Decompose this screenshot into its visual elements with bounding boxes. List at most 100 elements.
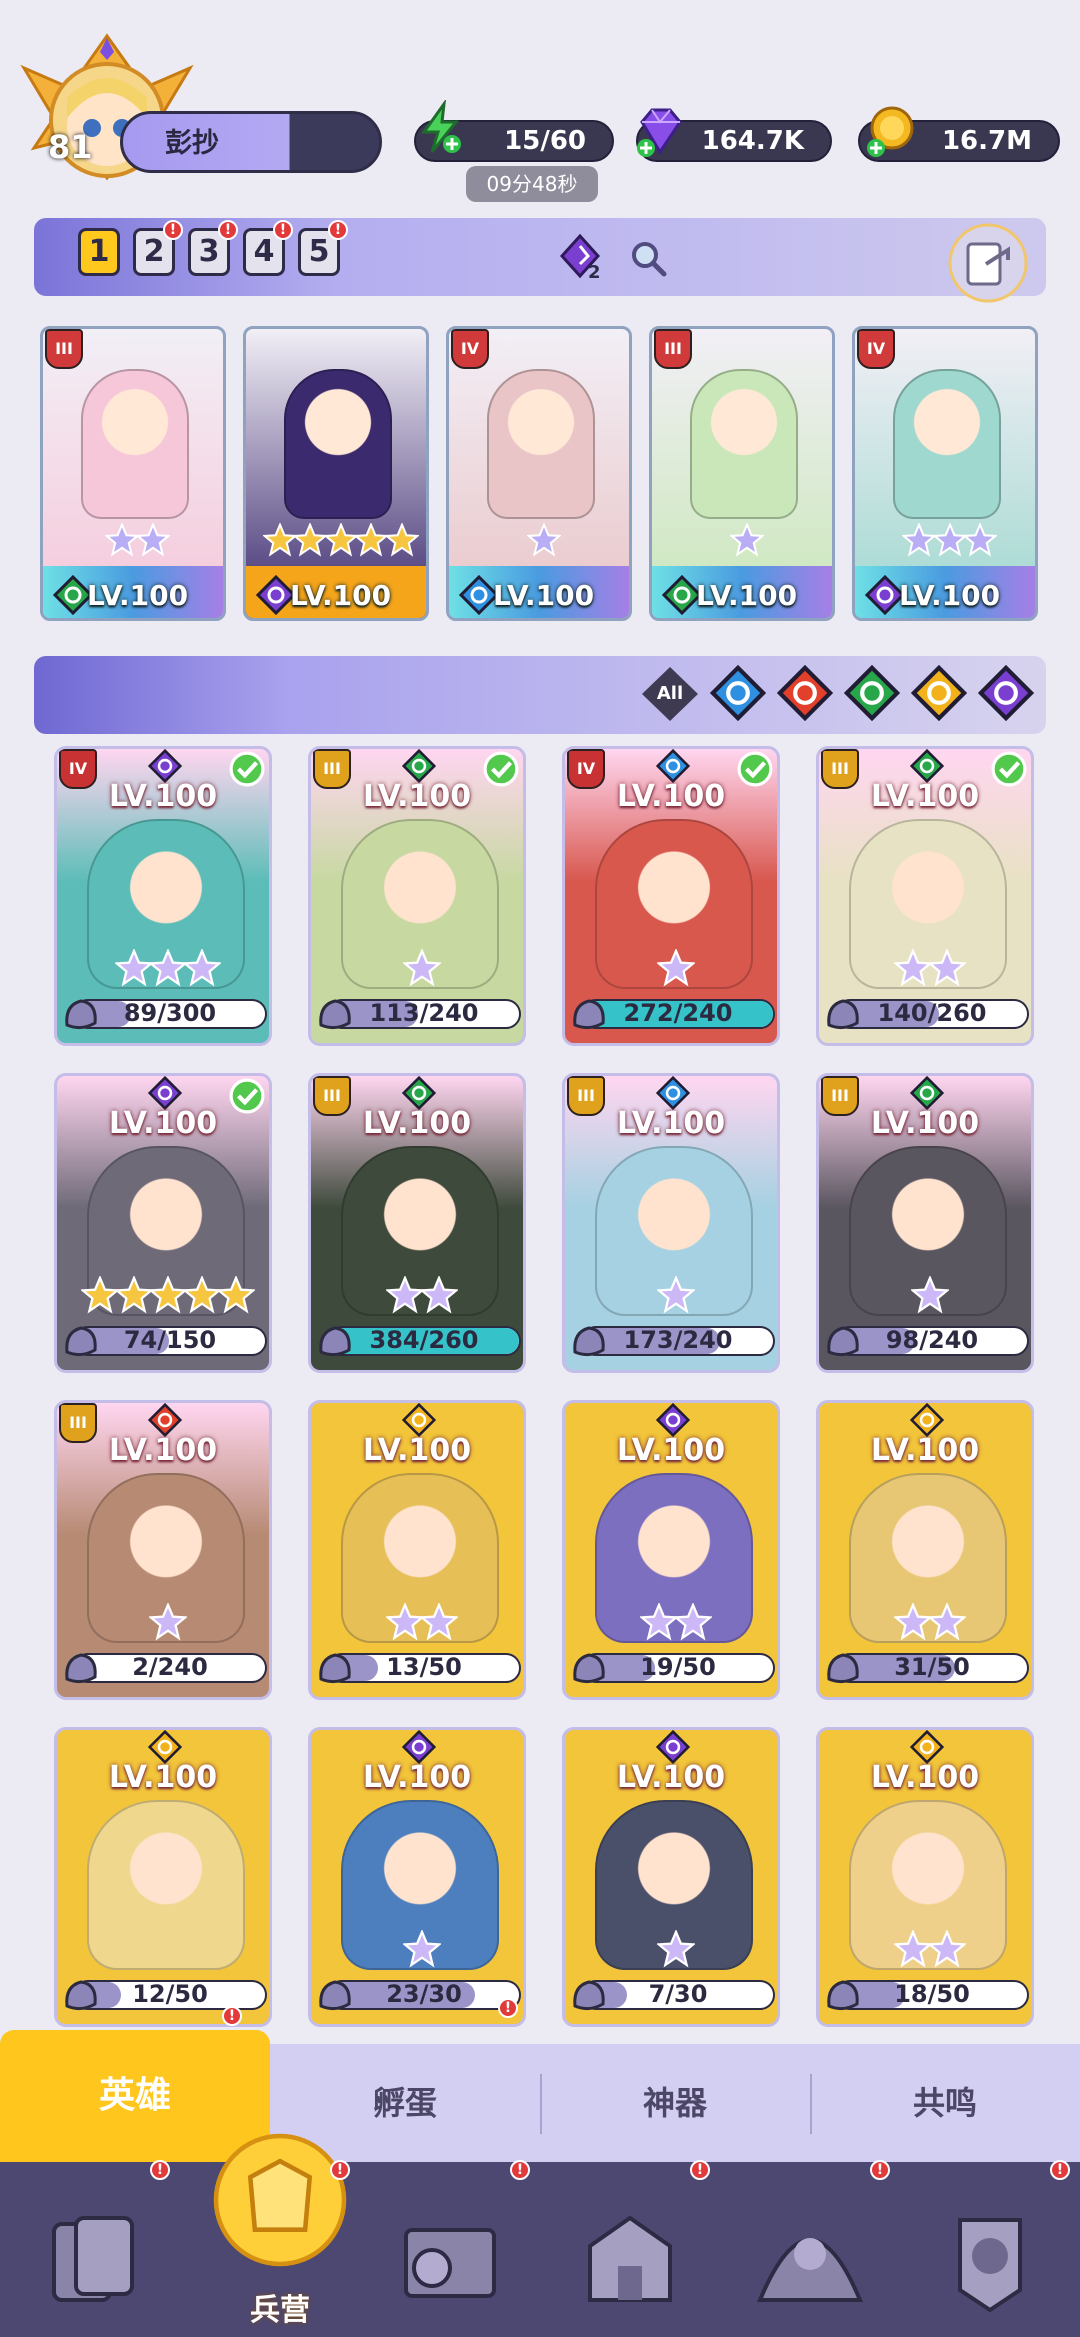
team-gem-count: 2	[588, 262, 601, 283]
hero-card[interactable]: LV.100 III 2/240	[54, 1400, 272, 1700]
cards-icon[interactable]	[20, 2190, 160, 2330]
hero-portrait	[690, 369, 798, 519]
dark-element-icon	[402, 1730, 436, 1764]
nav-barracks-label: 兵营	[250, 2293, 310, 2328]
alert-badge: !	[510, 2160, 530, 2180]
hero-card[interactable]: LV.100 7/30	[562, 1727, 780, 2027]
castle-icon[interactable]	[560, 2190, 700, 2330]
player-name: 彭抄	[165, 128, 219, 159]
team-member-card[interactable]: LV.100	[243, 326, 429, 621]
tab-divider	[540, 2074, 542, 2134]
hero-card[interactable]: LV.100 19/50	[562, 1400, 780, 1700]
dark-element-icon	[656, 1403, 690, 1437]
star-icon	[148, 1603, 187, 1641]
summon-icon[interactable]	[740, 2190, 880, 2330]
star-icon	[902, 523, 937, 557]
player-name-bar[interactable]	[120, 111, 382, 173]
team-member-level: LV.100	[87, 579, 189, 612]
hero-card[interactable]: LV.100 23/30	[308, 1727, 526, 2027]
team-member-card[interactable]: LV.100 III	[649, 326, 835, 621]
filter-fire-button[interactable]	[777, 665, 833, 721]
star-icon	[183, 949, 222, 987]
team-selector-bar	[34, 218, 1046, 296]
light-element-icon	[910, 1730, 944, 1764]
star-icon	[148, 1276, 187, 1314]
hero-level: LV.100	[870, 1433, 980, 1468]
hero-progress-text: 89/300	[123, 999, 217, 1027]
team-member-level: LV.100	[696, 579, 798, 612]
star-icon	[262, 523, 297, 557]
check-icon	[737, 751, 773, 787]
star-icon	[893, 1930, 932, 1968]
team-member-card[interactable]: LV.100 III	[40, 326, 226, 621]
rank-badge: III	[313, 749, 351, 789]
star-icon	[293, 523, 328, 557]
hero-shard-icon	[319, 1653, 351, 1684]
alert-badge: !	[1050, 2160, 1070, 2180]
tab-resonance[interactable]: 共鸣	[810, 2044, 1080, 2162]
star-icon	[639, 1603, 678, 1641]
alert-badge: !	[273, 220, 293, 240]
tab-artifacts[interactable]: 神器	[540, 2044, 810, 2162]
team-member-card[interactable]: LV.100 IV	[852, 326, 1038, 621]
alert-badge: !	[163, 220, 183, 240]
hero-card[interactable]: LV.100 III 113/240	[308, 746, 526, 1046]
alert-badge: !	[150, 2160, 170, 2180]
hero-card[interactable]: LV.100 III 384/260	[308, 1073, 526, 1373]
filter-dark-button[interactable]	[978, 665, 1034, 721]
dark-element-icon	[978, 665, 1034, 721]
light-element-icon	[148, 1730, 182, 1764]
star-icon	[183, 1276, 222, 1314]
team-share-icon[interactable]	[942, 220, 1034, 306]
hero-progress-text: 23/30	[386, 1980, 462, 2008]
fire-element-icon	[777, 665, 833, 721]
hero-progress-text: 113/240	[369, 999, 479, 1027]
team-member-card[interactable]: LV.100 IV	[446, 326, 632, 621]
hero-card[interactable]: LV.100 IV 89/300	[54, 746, 272, 1046]
hero-shard-icon	[573, 999, 605, 1030]
map-icon[interactable]	[380, 2190, 520, 2330]
barracks-icon[interactable]	[200, 2120, 360, 2280]
rank-badge: III	[59, 1403, 97, 1443]
star-icon	[323, 523, 358, 557]
rank-badge: III	[654, 329, 692, 369]
star-icon	[354, 523, 389, 557]
guild-icon[interactable]	[920, 2190, 1060, 2330]
gem-value: 164.7K	[701, 126, 804, 156]
filter-light-button[interactable]	[911, 665, 967, 721]
hero-level: LV.100	[362, 1760, 472, 1795]
tab-divider	[810, 2074, 812, 2134]
hero-card[interactable]: LV.100 18/50	[816, 1727, 1034, 2027]
bottom-navigation	[0, 2162, 1080, 2337]
search-icon[interactable]	[628, 238, 668, 278]
hero-card[interactable]: LV.100 13/50	[308, 1400, 526, 1700]
nature-element-icon	[910, 1076, 944, 1110]
alert-badge: !	[690, 2160, 710, 2180]
star-icon	[114, 949, 153, 987]
hero-card[interactable]: LV.100 III 140/260	[816, 746, 1034, 1046]
hero-progress-text: 74/150	[123, 1326, 217, 1354]
nature-element-icon	[402, 749, 436, 783]
check-icon	[483, 751, 519, 787]
hero-card[interactable]: LV.100 12/50	[54, 1727, 272, 2027]
hero-shard-icon	[573, 1980, 605, 2011]
star-icon	[420, 1276, 458, 1314]
hero-progress-text: 272/240	[623, 999, 733, 1027]
star-icon	[656, 1276, 695, 1314]
water-element-icon	[710, 665, 766, 721]
team-slot-1[interactable]: 1	[78, 228, 120, 276]
check-icon	[991, 751, 1027, 787]
dark-element-icon	[148, 749, 182, 783]
filter-water-button[interactable]	[710, 665, 766, 721]
hero-card[interactable]: LV.100 31/50	[816, 1400, 1034, 1700]
filter-nature-button[interactable]	[844, 665, 900, 721]
check-icon	[229, 751, 265, 787]
star-icon	[928, 949, 966, 987]
hero-card[interactable]: LV.100 III 173/240	[562, 1073, 780, 1373]
hero-shard-icon	[827, 1653, 859, 1684]
hero-card[interactable]: LV.100 74/150	[54, 1073, 272, 1373]
star-icon	[385, 1603, 424, 1641]
hero-card[interactable]: LV.100 IV 272/240	[562, 746, 780, 1046]
hero-card[interactable]: LV.100 III 98/240	[816, 1073, 1034, 1373]
team-member-level: LV.100	[493, 579, 595, 612]
